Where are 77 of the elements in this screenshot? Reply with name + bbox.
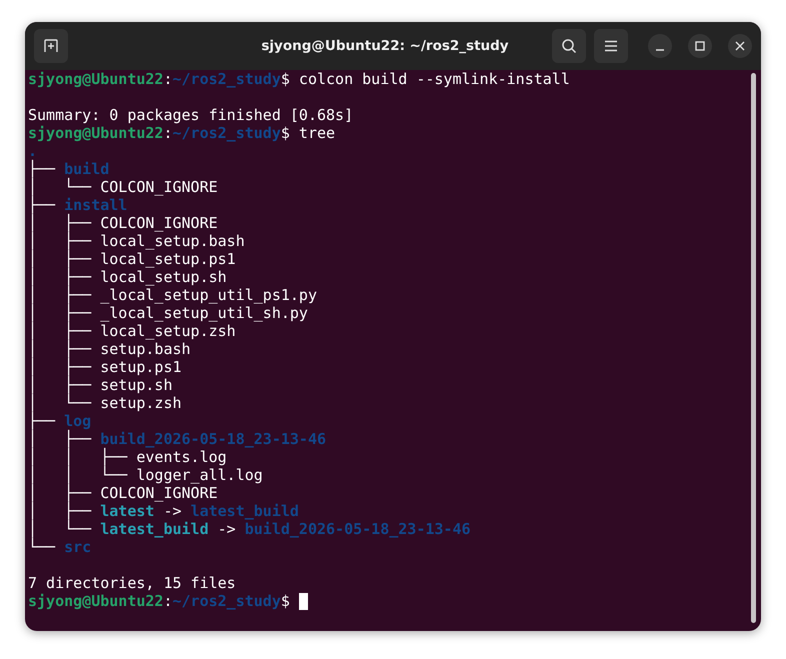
output-text: COLCON_IGNORE	[100, 484, 218, 502]
output-text: :	[163, 124, 172, 142]
tree-branch: │ ├──	[28, 304, 92, 322]
tree-branch: │ ├──	[28, 358, 92, 376]
tree-branch: │ ├──	[28, 286, 92, 304]
prompt-path: ~/ros2_study	[172, 592, 281, 610]
output-text: COLCON_IGNORE	[100, 178, 218, 196]
scrollbar[interactable]	[751, 73, 756, 623]
output-text: events.log	[136, 448, 227, 466]
tree-branch: ├──	[28, 160, 56, 178]
tree-branch: │ ├──	[28, 232, 92, 250]
output-text: _local_setup_util_ps1.py	[100, 286, 317, 304]
output-text: local_setup.ps1	[100, 250, 236, 268]
output-text: logger_all.log	[136, 466, 263, 484]
directory-name: install	[64, 196, 128, 214]
tree-branch: │ ├──	[28, 340, 92, 358]
tree-branch: │ ├──	[28, 250, 92, 268]
output-text: local_setup.sh	[100, 268, 227, 286]
directory-name: latest_build	[190, 502, 299, 520]
output-text: setup.ps1	[100, 358, 182, 376]
maximize-icon	[695, 41, 705, 51]
tree-branch: │ └──	[28, 178, 92, 196]
directory-name: src	[64, 538, 92, 556]
output-text: setup.sh	[100, 376, 172, 394]
output-text: $	[280, 592, 291, 610]
directory-name: .	[28, 142, 38, 160]
minimize-button[interactable]	[648, 34, 672, 58]
search-icon	[561, 38, 577, 54]
prompt-user: sjyong@Ubuntu22	[28, 70, 164, 88]
symlink-name: latest	[100, 502, 154, 520]
close-button[interactable]	[728, 34, 752, 58]
prompt-user: sjyong@Ubuntu22	[28, 124, 164, 142]
tree-branch: │ ├──	[28, 322, 92, 340]
directory-name: log	[64, 412, 92, 430]
prompt-path: ~/ros2_study	[172, 124, 281, 142]
directory-name: build_2026-05-18_23-13-46	[100, 430, 326, 448]
tree-branch: ├──	[28, 196, 56, 214]
search-button[interactable]	[552, 29, 586, 63]
tree-branch: └──	[28, 538, 56, 556]
output-text: setup.bash	[100, 340, 191, 358]
tree-branch: │ ├──	[28, 502, 92, 520]
output-text: Summary: 0 packages finished [0.68s]	[28, 106, 354, 124]
minimize-icon	[656, 49, 664, 51]
tree-branch: │ ├──	[28, 376, 92, 394]
tree-branch: ├──	[28, 412, 56, 430]
output-text: local_setup.bash	[100, 232, 245, 250]
output-text: setup.zsh	[100, 394, 182, 412]
tree-branch: │ ├──	[28, 484, 92, 502]
prompt-user: sjyong@Ubuntu22	[28, 592, 164, 610]
symlink-name: latest_build	[100, 520, 209, 538]
new-tab-icon	[43, 38, 59, 54]
window-title: sjyong@Ubuntu22: ~/ros2_study	[260, 38, 510, 54]
prompt-path: ~/ros2_study	[172, 70, 281, 88]
directory-name: build_2026-05-18_23-13-46	[244, 520, 471, 538]
output-text: :	[163, 592, 172, 610]
new-tab-button[interactable]	[34, 29, 68, 63]
output-text: ->	[162, 502, 183, 520]
tree-branch: │ │ ├──	[28, 448, 128, 466]
output-text: ->	[216, 520, 237, 538]
output-text: COLCON_IGNORE	[100, 214, 218, 232]
close-icon	[735, 41, 745, 51]
output-text: $ tree	[280, 124, 336, 142]
tree-branch: │ ├──	[28, 214, 92, 232]
output-text: 7 directories, 15 files	[28, 574, 236, 592]
tree-branch: │ ├──	[28, 268, 92, 286]
menu-button[interactable]	[594, 29, 628, 63]
output-text: local_setup.zsh	[100, 322, 236, 340]
output-text: :	[163, 70, 172, 88]
output-text: _local_setup_util_sh.py	[100, 304, 308, 322]
tree-branch: │ └──	[28, 520, 92, 538]
directory-name: build	[64, 160, 110, 178]
output-text: $ colcon build --symlink-install	[280, 70, 570, 88]
maximize-button[interactable]	[688, 34, 712, 58]
menu-icon	[604, 40, 618, 52]
tree-branch: │ ├──	[28, 430, 92, 448]
tree-branch: │ └──	[28, 394, 92, 412]
tree-branch: │ │ └──	[28, 466, 128, 484]
